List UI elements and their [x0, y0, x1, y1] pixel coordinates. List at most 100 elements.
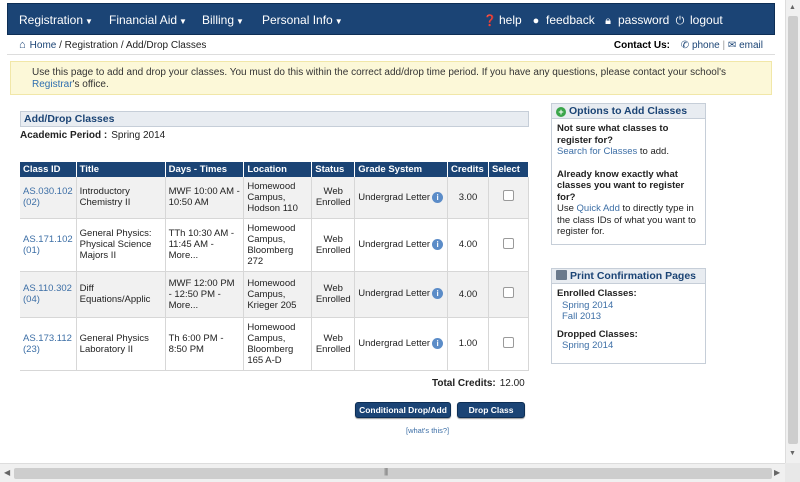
class-credits: 1.00 — [447, 317, 489, 371]
info-icon[interactable]: i — [432, 238, 444, 250]
table-row: AS.030.102 (02) Introductory Chemistry I… — [20, 177, 530, 219]
class-location: Homewood Campus, Krieger 205 — [243, 271, 313, 318]
menu-registration[interactable]: Registration ▼ — [19, 4, 93, 36]
options-title: Options to Add Classes — [569, 105, 688, 117]
select-checkbox[interactable] — [502, 336, 514, 348]
print-title: Print Confirmation Pages — [570, 270, 697, 282]
search-classes-link[interactable]: Search for Classes — [557, 146, 637, 157]
info-icon[interactable]: i — [432, 191, 444, 203]
class-credits: 4.00 — [447, 271, 489, 318]
email-link[interactable]: email — [739, 40, 763, 51]
print-body: Enrolled Classes: Spring 2014 Fall 2013 … — [552, 284, 705, 356]
print-header: Print Confirmation Pages — [552, 269, 705, 284]
select-checkbox[interactable] — [502, 190, 514, 202]
info-icon[interactable]: i — [432, 288, 444, 300]
phone-link[interactable]: phone — [692, 40, 720, 51]
menu-personal-info-label: Personal Info — [262, 13, 333, 27]
col-location: Location — [243, 162, 313, 177]
scrollbar-corner — [785, 463, 800, 482]
feedback-link[interactable]: ● feedback — [530, 4, 595, 36]
drop-class-button[interactable]: Drop Class — [457, 402, 525, 418]
horizontal-scrollbar[interactable]: ◀ ||| ▶ — [0, 463, 785, 482]
select-cell — [488, 271, 530, 318]
class-days-times: MWF 10:00 AM - 10:50 AM — [165, 177, 245, 219]
horizontal-scroll-thumb[interactable] — [14, 468, 772, 479]
options-search-after: to add. — [637, 146, 669, 157]
academic-period: Academic Period : Spring 2014 — [20, 130, 165, 141]
dropped-term-link[interactable]: Spring 2014 — [557, 340, 700, 352]
password-link[interactable]: 🔒︎ password — [602, 4, 669, 36]
class-id-link[interactable]: AS.030.102 (02) — [20, 177, 77, 219]
whats-this-link[interactable]: [what's this?] — [406, 426, 449, 435]
contact-label: Contact Us: — [613, 40, 670, 51]
grade-label: Undergrad Letter — [358, 288, 431, 300]
table-header-row: Class ID Title Days - Times Location Sta… — [20, 162, 530, 177]
scroll-right-arrow-icon[interactable]: ▶ — [774, 468, 780, 477]
scroll-left-arrow-icon[interactable]: ◀ — [4, 468, 10, 477]
scroll-up-arrow-icon[interactable]: ▲ — [789, 4, 796, 11]
breadcrumb-home[interactable]: Home — [30, 40, 57, 51]
email-icon[interactable]: ✉ — [728, 40, 736, 51]
options-panel: + Options to Add Classes Not sure what cl… — [551, 103, 706, 245]
phone-icon[interactable]: ✆ — [681, 40, 689, 51]
select-checkbox[interactable] — [502, 287, 514, 298]
total-credits-value: 12.00 — [499, 378, 525, 389]
caret-down-icon: ▼ — [334, 17, 343, 26]
col-credits: Credits — [447, 162, 489, 177]
grade-label: Undergrad Letter — [358, 191, 431, 203]
enrolled-term-link[interactable]: Fall 2013 — [557, 311, 700, 323]
select-cell — [488, 317, 530, 371]
col-status: Status — [311, 162, 356, 177]
info-icon[interactable]: i — [432, 337, 444, 349]
table-row: AS.171.102 (01) General Physics: Physica… — [20, 218, 530, 272]
select-cell — [488, 177, 530, 219]
grip-icon: ||| — [384, 467, 388, 476]
conditional-drop-add-button[interactable]: Conditional Drop/Add — [355, 402, 451, 418]
add-drop-header: Add/Drop Classes — [20, 111, 529, 127]
breadcrumb-path: / Registration / Add/Drop Classes — [56, 40, 207, 51]
help-link[interactable]: ❓ help — [483, 4, 522, 36]
col-grade-system: Grade System — [354, 162, 448, 177]
enrolled-term-link[interactable]: Spring 2014 — [557, 300, 700, 312]
vertical-scrollbar[interactable]: ▲ ▼ — [785, 0, 800, 463]
menu-financial-aid[interactable]: Financial Aid ▼ — [109, 4, 187, 36]
home-icon[interactable]: ⌂ — [19, 39, 26, 51]
options-quickadd-before: Use — [557, 203, 577, 214]
class-id-link[interactable]: AS.110.302 (04) — [20, 271, 77, 318]
class-id-link[interactable]: AS.171.102 (01) — [20, 218, 77, 272]
class-days-times: Th 6:00 PM - 8:50 PM — [165, 317, 245, 371]
scroll-down-arrow-icon[interactable]: ▼ — [789, 450, 796, 457]
class-credits: 3.00 — [447, 177, 489, 219]
print-panel: Print Confirmation Pages Enrolled Classe… — [551, 268, 706, 364]
options-quickadd-line: Use Quick Add to directly type in the cl… — [557, 203, 700, 238]
registrar-link[interactable]: Registrar — [32, 79, 73, 90]
class-location: Homewood Campus, Bloomberg 165 A-D — [243, 317, 313, 371]
password-label: password — [618, 13, 670, 27]
grade-label: Undergrad Letter — [358, 338, 431, 349]
select-checkbox[interactable] — [502, 237, 514, 249]
select-cell — [488, 218, 530, 272]
grade-label: Undergrad Letter — [358, 239, 431, 250]
table-row: AS.110.302 (04) Diff Equations/Applic MW… — [20, 271, 530, 318]
printer-icon — [556, 270, 567, 280]
menu-personal-info[interactable]: Personal Info ▼ — [262, 4, 343, 36]
quick-add-link[interactable]: Quick Add — [577, 203, 620, 214]
col-class-id: Class ID — [20, 162, 77, 177]
class-status: Web Enrolled — [311, 271, 356, 318]
vertical-scroll-thumb[interactable] — [788, 16, 798, 444]
total-credits: Total Credits: 12.00 — [432, 378, 525, 389]
logout-link[interactable]: ⏻ logout — [674, 4, 723, 36]
options-body: Not sure what classes to register for? S… — [552, 119, 705, 242]
top-nav: Registration ▼ Financial Aid ▼ Billing ▼ Pe… — [7, 3, 775, 35]
menu-billing[interactable]: Billing ▼ — [202, 4, 244, 36]
caret-down-icon: ▼ — [85, 17, 93, 26]
caret-down-icon: ▼ — [179, 17, 187, 26]
class-status: Web Enrolled — [311, 317, 356, 371]
options-search-line: Search for Classes to add. — [557, 146, 700, 158]
class-days-times: TTh 10:30 AM - 11:45 AM - More... — [165, 218, 245, 272]
col-title: Title — [76, 162, 166, 177]
class-id-link[interactable]: AS.173.112 (23) — [20, 317, 77, 371]
period-value: Spring 2014 — [111, 130, 166, 141]
speech-bubble-icon: ● — [532, 15, 540, 27]
